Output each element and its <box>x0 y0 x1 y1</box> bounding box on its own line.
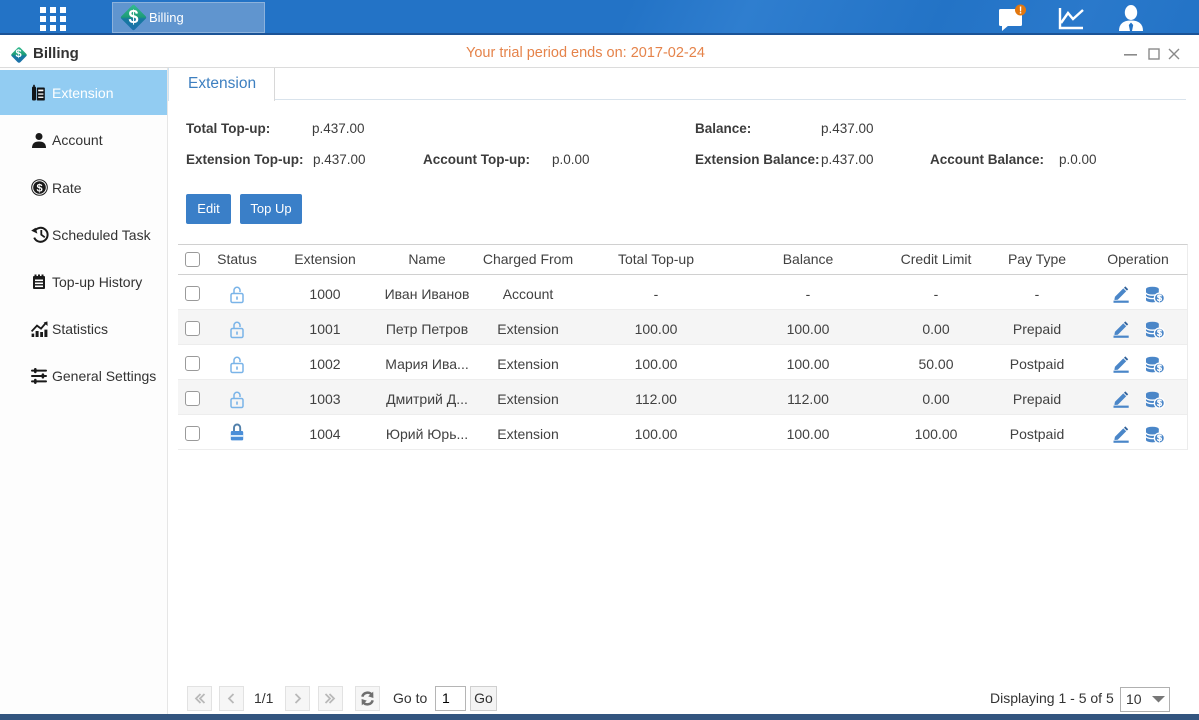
svg-text:$: $ <box>1157 398 1162 408</box>
svg-text:$: $ <box>36 183 42 195</box>
svg-text:$: $ <box>1157 328 1162 338</box>
svg-text:$: $ <box>1157 363 1162 373</box>
svg-text:$: $ <box>1157 433 1162 443</box>
svg-text:$: $ <box>1157 293 1162 303</box>
svg-text:!: ! <box>1019 6 1022 17</box>
